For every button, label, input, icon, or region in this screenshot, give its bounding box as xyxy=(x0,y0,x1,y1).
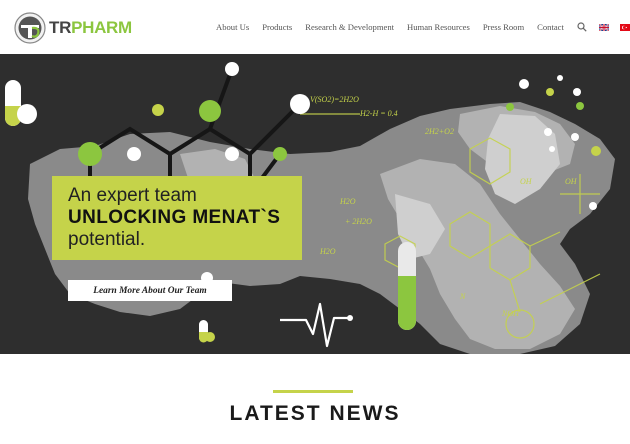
capsule-left-icon xyxy=(5,80,37,126)
nav-press-room[interactable]: Press Room xyxy=(483,22,524,32)
hero-headline-box: An expert team UNLOCKING MENAT`S potenti… xyxy=(52,176,302,260)
nav-products[interactable]: Products xyxy=(262,22,292,32)
nav-human-resources[interactable]: Human Resources xyxy=(407,22,470,32)
logo-text-pharm: PHARM xyxy=(71,18,132,37)
learn-more-team-button[interactable]: Learn More About Our Team xyxy=(68,280,232,301)
latest-news-title: LATEST NEWS xyxy=(229,402,401,425)
main-nav: About Us Products Research & Development… xyxy=(216,21,630,32)
svg-text:2H2+O2: 2H2+O2 xyxy=(425,127,454,136)
hero-headline-line1: An expert team xyxy=(68,185,197,206)
logo-emblem-icon xyxy=(14,12,46,44)
svg-text:NOH: NOH xyxy=(501,309,520,318)
site-header: TRPHARM About Us Products Research & Dev… xyxy=(0,0,630,54)
site-logo[interactable]: TRPHARM xyxy=(14,10,134,46)
heartbeat-icon xyxy=(280,302,353,348)
svg-text:N: N xyxy=(459,292,466,301)
test-tube-icon xyxy=(398,242,416,330)
hero-banner: V(SO2)=2H2O H2-H = 0.4 H2O + 2H2O OH OH … xyxy=(0,54,630,354)
turkey-flag-icon[interactable] xyxy=(619,23,630,31)
logo-text: TRPHARM xyxy=(49,18,132,38)
svg-text:+ 2H2O: + 2H2O xyxy=(345,217,372,226)
svg-text:OH: OH xyxy=(565,177,578,186)
news-accent-rule xyxy=(273,390,353,393)
svg-text:H2O: H2O xyxy=(339,197,356,206)
svg-text:OH: OH xyxy=(520,177,533,186)
svg-text:V(SO2)=2H2O: V(SO2)=2H2O xyxy=(310,95,359,104)
logo-text-tr: TR xyxy=(49,18,72,37)
hero-headline-line3: potential. xyxy=(68,229,146,250)
search-icon[interactable] xyxy=(577,21,587,32)
nav-about-us[interactable]: About Us xyxy=(216,22,249,32)
hero-headline-line2: UNLOCKING MENAT`S xyxy=(68,207,281,228)
svg-text:H2-H = 0.4: H2-H = 0.4 xyxy=(359,109,398,118)
capsule-small-icon xyxy=(199,320,215,343)
nav-contact[interactable]: Contact xyxy=(537,22,564,32)
nav-research-development[interactable]: Research & Development xyxy=(305,22,394,32)
svg-text:H2O: H2O xyxy=(319,247,336,256)
uk-flag-icon[interactable] xyxy=(598,23,609,31)
